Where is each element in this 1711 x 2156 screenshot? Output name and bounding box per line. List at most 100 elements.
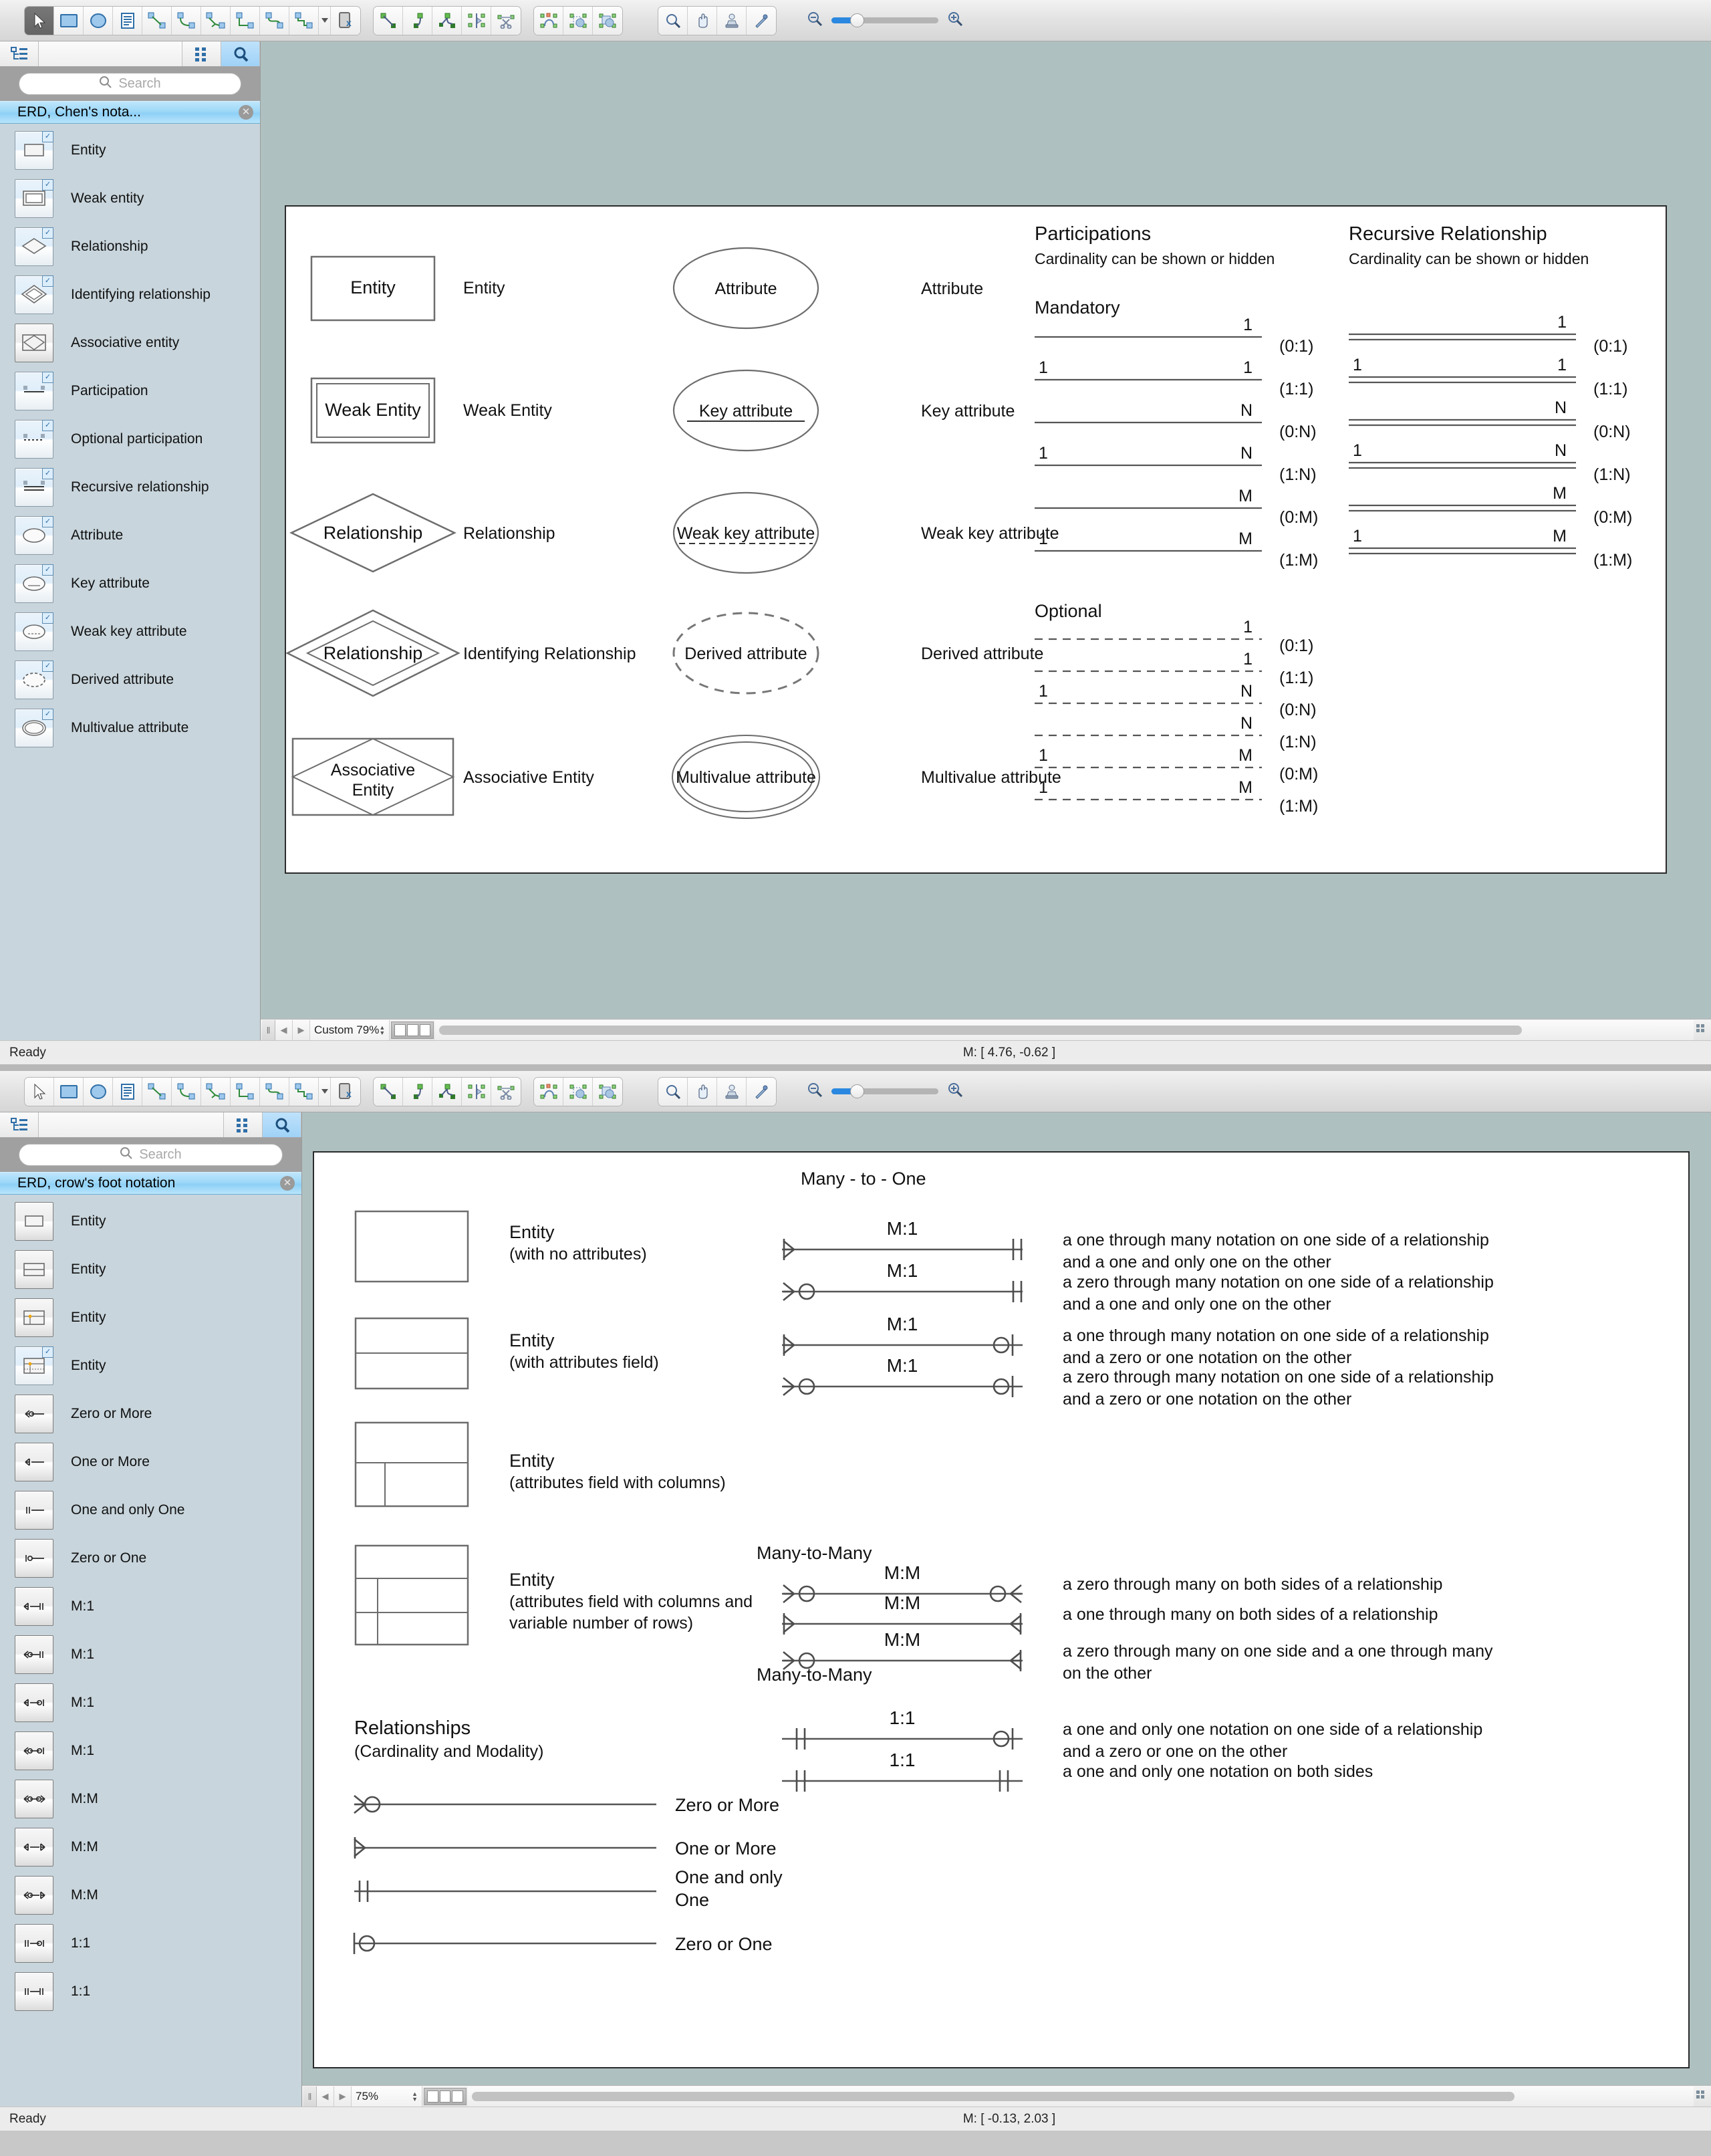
grid-view-icon[interactable]: [182, 41, 221, 66]
curved-connector-tool-button[interactable]: [172, 7, 201, 35]
library-item[interactable]: ✓Optional participation: [0, 415, 260, 463]
connector-dropdown-caret-icon-2[interactable]: [319, 1078, 331, 1106]
split-grip-icon-2[interactable]: ‖: [303, 2086, 317, 2107]
delete-shape-tool-button-2[interactable]: x: [331, 1078, 360, 1106]
eyedropper-tool-button-2[interactable]: [747, 1078, 776, 1106]
zoom-stepper-icon[interactable]: ▲▼: [379, 1025, 385, 1036]
pan-tool-button-2[interactable]: [688, 1078, 717, 1106]
rounded-connector-tool-button[interactable]: [289, 7, 319, 35]
transform-tool-button-2[interactable]: [534, 1078, 563, 1106]
library-item[interactable]: ✓Attribute: [0, 511, 260, 560]
zoom-slider-control[interactable]: [806, 10, 964, 31]
library-item[interactable]: One and only One: [0, 1486, 301, 1534]
library-item[interactable]: ✓Multivalue attribute: [0, 704, 260, 752]
zoom-slider[interactable]: [831, 17, 938, 23]
text-tool-button-2[interactable]: [113, 1078, 142, 1106]
delete-shape-tool-button[interactable]: x: [331, 7, 360, 35]
library-item[interactable]: ✓Weak key attribute: [0, 608, 260, 656]
library-item[interactable]: ✓Entity: [0, 126, 260, 174]
library-item[interactable]: ✓Recursive relationship: [0, 463, 260, 511]
rectangle-tool-button-2[interactable]: [54, 1078, 84, 1106]
scissors-tool-button-2[interactable]: [491, 1078, 521, 1106]
arc-tool-button[interactable]: [403, 7, 432, 35]
tree-view-icon[interactable]: [0, 41, 39, 66]
union-tool-button[interactable]: [563, 7, 593, 35]
pointer-tool-button[interactable]: [25, 7, 54, 35]
bezier-tool-button[interactable]: [432, 7, 462, 35]
smart-connector-tool-button-2[interactable]: [201, 1078, 231, 1106]
resize-grip-icon[interactable]: [1694, 1020, 1711, 1040]
search-input[interactable]: Search: [19, 73, 241, 95]
zoom-tool-button-2[interactable]: [658, 1078, 688, 1106]
zoom-slider-2[interactable]: [831, 1088, 938, 1094]
library-item[interactable]: 1:1: [0, 1967, 301, 2016]
resize-grip-icon-2[interactable]: [1694, 2086, 1711, 2107]
stamp-tool-button-2[interactable]: [717, 1078, 747, 1106]
mirror-tool-button-2[interactable]: [462, 1078, 491, 1106]
canvas-chen[interactable]: EntityEntityWeak EntityWeak EntityRelati…: [261, 41, 1711, 1019]
zoom-out-icon-2[interactable]: [806, 1081, 823, 1102]
zoom-level-selector[interactable]: Custom 79% ▲▼: [310, 1020, 390, 1040]
rectangle-tool-button[interactable]: [54, 7, 84, 35]
tree-view-icon-2[interactable]: [0, 1112, 39, 1137]
library-item[interactable]: One or More: [0, 1438, 301, 1486]
union-tool-button-2[interactable]: [563, 1078, 593, 1106]
search-toggle-icon-2[interactable]: [263, 1112, 301, 1137]
right-angle-connector-tool-button-2[interactable]: [231, 1078, 260, 1106]
library-item[interactable]: ✓Key attribute: [0, 560, 260, 608]
curve-connector-tool-button[interactable]: [260, 7, 289, 35]
curved-connector-tool-button-2[interactable]: [172, 1078, 201, 1106]
zoom-level-selector-2[interactable]: 75% ▲▼: [352, 2086, 422, 2107]
next-page-button[interactable]: ▶: [293, 1020, 310, 1040]
straight-line-tool-button-2[interactable]: [374, 1078, 403, 1106]
library-item[interactable]: M:M: [0, 1871, 301, 1919]
library-item[interactable]: ✓Entity: [0, 1342, 301, 1390]
library-title-bar[interactable]: ERD, Chen's nota... ✕: [0, 101, 260, 124]
horizontal-scrollbar-2[interactable]: [468, 2086, 1694, 2107]
curve-connector-tool-button-2[interactable]: [260, 1078, 289, 1106]
prev-page-button[interactable]: ◀: [275, 1020, 293, 1040]
zoom-stepper-icon-2[interactable]: ▲▼: [412, 2091, 418, 2102]
library-item[interactable]: M:1: [0, 1727, 301, 1775]
library-item[interactable]: M:1: [0, 1631, 301, 1679]
arc-tool-button-2[interactable]: [403, 1078, 432, 1106]
library-item[interactable]: M:M: [0, 1823, 301, 1871]
canvas-crowsfoot[interactable]: Entity(with no attributes)Entity(with at…: [302, 1112, 1711, 2085]
stamp-tool-button[interactable]: [717, 7, 747, 35]
straight-line-tool-button[interactable]: [374, 7, 403, 35]
pan-tool-button[interactable]: [688, 7, 717, 35]
close-icon[interactable]: ✕: [239, 105, 253, 120]
rounded-connector-tool-button-2[interactable]: [289, 1078, 319, 1106]
pointer-tool-button-2[interactable]: [25, 1078, 54, 1106]
zoom-slider-control-2[interactable]: [806, 1081, 964, 1102]
zoom-out-icon[interactable]: [806, 10, 823, 31]
library-item[interactable]: ✓Participation: [0, 367, 260, 415]
line-connector-tool-button[interactable]: [142, 7, 172, 35]
zoom-tool-button[interactable]: [658, 7, 688, 35]
hscroll-crowsfoot[interactable]: ‖ ◀ ▶ 75% ▲▼: [302, 2085, 1711, 2107]
library-title-bar-2[interactable]: ERD, crow's foot notation ✕: [0, 1172, 301, 1195]
ellipse-tool-button-2[interactable]: [84, 1078, 113, 1106]
zoom-in-icon-2[interactable]: [946, 1081, 964, 1102]
horizontal-scrollbar[interactable]: [435, 1020, 1694, 1040]
library-path-field-2[interactable]: [39, 1112, 224, 1137]
library-path-field[interactable]: [39, 41, 182, 66]
library-item[interactable]: 1:1: [0, 1919, 301, 1967]
smart-connector-tool-button[interactable]: [201, 7, 231, 35]
hscroll-chen[interactable]: ‖ ◀ ▶ Custom 79% ▲▼: [261, 1019, 1711, 1040]
library-item[interactable]: ✓Identifying relationship: [0, 271, 260, 319]
close-icon-2[interactable]: ✕: [280, 1176, 295, 1191]
library-item[interactable]: M:M: [0, 1775, 301, 1823]
text-tool-button[interactable]: [113, 7, 142, 35]
library-item[interactable]: Entity: [0, 1294, 301, 1342]
group-tool-button[interactable]: [593, 7, 622, 35]
bezier-tool-button-2[interactable]: [432, 1078, 462, 1106]
split-grip-icon[interactable]: ‖: [262, 1020, 275, 1040]
connector-dropdown-caret-icon[interactable]: [319, 7, 331, 35]
mirror-tool-button[interactable]: [462, 7, 491, 35]
library-item[interactable]: ✓Derived attribute: [0, 656, 260, 704]
eyedropper-tool-button[interactable]: [747, 7, 776, 35]
library-item[interactable]: M:1: [0, 1582, 301, 1631]
right-angle-connector-tool-button[interactable]: [231, 7, 260, 35]
zoom-in-icon[interactable]: [946, 10, 964, 31]
